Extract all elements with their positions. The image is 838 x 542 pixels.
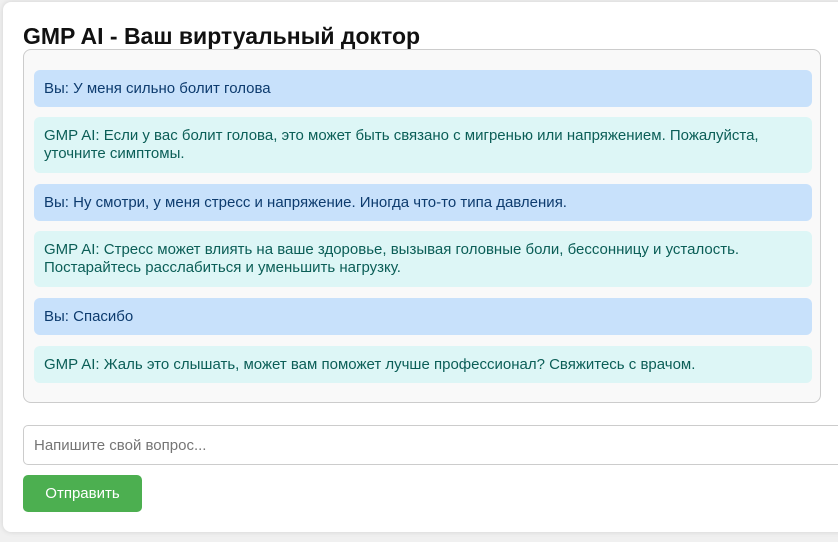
bot-message: GMP AI: Стресс может влиять на ваше здор… xyxy=(34,231,812,287)
chat-card: GMP AI - Ваш виртуальный доктор Вы: У ме… xyxy=(3,2,838,532)
chat-history[interactable]: Вы: У меня сильно болит голова GMP AI: Е… xyxy=(23,49,821,403)
user-message: Вы: У меня сильно болит голова xyxy=(34,70,812,107)
question-input[interactable] xyxy=(23,425,838,465)
user-message: Вы: Спасибо xyxy=(34,298,812,335)
send-button[interactable]: Отправить xyxy=(23,475,142,512)
page-title: GMP AI - Ваш виртуальный доктор xyxy=(23,23,421,49)
user-message: Вы: Ну смотри, у меня стресс и напряжени… xyxy=(34,184,812,221)
bot-message: GMP AI: Жаль это слышать, может вам помо… xyxy=(34,346,812,383)
bot-message: GMP AI: Если у вас болит голова, это мож… xyxy=(34,117,812,173)
